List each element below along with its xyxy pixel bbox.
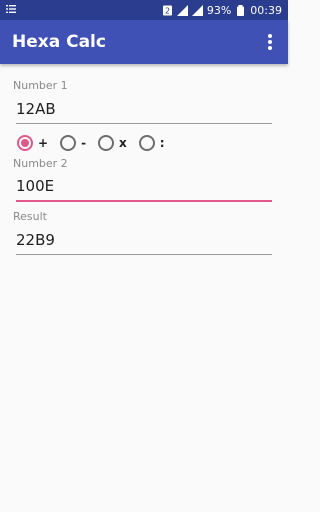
radio-divide[interactable]: : bbox=[138, 135, 165, 151]
number2-label: Number 2 bbox=[13, 157, 68, 170]
radio-circle bbox=[138, 135, 155, 151]
result-label: Result bbox=[13, 210, 47, 223]
number1-field[interactable]: 12AB bbox=[16, 98, 272, 124]
result-value: 22B9 bbox=[16, 231, 55, 249]
signal-icon bbox=[191, 4, 203, 16]
battery-icon bbox=[237, 4, 245, 16]
radio-circle bbox=[17, 135, 33, 151]
status-bar: 2 93% 00:39 bbox=[0, 0, 288, 20]
radio-multiply[interactable]: x bbox=[98, 135, 127, 151]
number2-value: 100E bbox=[16, 177, 55, 195]
operator-radio-group: + - x : bbox=[17, 134, 177, 152]
result-field: 22B9 bbox=[16, 229, 272, 255]
number2-field[interactable]: 100E bbox=[16, 176, 272, 202]
overflow-menu-icon[interactable] bbox=[260, 32, 280, 52]
signal-icon bbox=[176, 4, 188, 16]
sim-icon: 2 bbox=[162, 5, 172, 15]
sim-badge: 2 bbox=[165, 6, 170, 15]
radio-circle bbox=[60, 135, 77, 151]
radio-minus[interactable]: - bbox=[60, 135, 86, 151]
radio-divide-label: : bbox=[159, 136, 165, 150]
battery-percent: 93% bbox=[206, 3, 232, 17]
notification-list-icon bbox=[6, 5, 16, 13]
app-bar: Hexa Calc bbox=[0, 20, 288, 64]
radio-circle bbox=[98, 135, 115, 151]
radio-minus-label: - bbox=[81, 136, 87, 150]
number1-label: Number 1 bbox=[13, 79, 68, 92]
status-time: 00:39 bbox=[250, 3, 282, 17]
number1-value: 12AB bbox=[16, 100, 56, 118]
app-title: Hexa Calc bbox=[12, 32, 106, 52]
radio-plus[interactable]: + bbox=[17, 135, 48, 151]
radio-multiply-label: x bbox=[119, 136, 127, 150]
radio-plus-label: + bbox=[38, 136, 49, 150]
